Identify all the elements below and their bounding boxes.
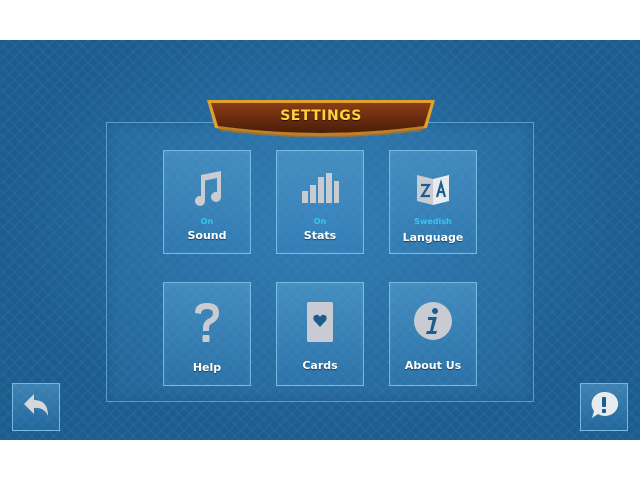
settings-banner: SETTINGS bbox=[205, 98, 437, 140]
info-icon bbox=[390, 301, 476, 341]
translate-icon bbox=[390, 171, 476, 207]
speech-bubble-exclamation-icon bbox=[589, 390, 619, 424]
sound-label: Sound bbox=[187, 229, 227, 242]
sound-status: On bbox=[200, 217, 214, 226]
playing-card-icon bbox=[277, 301, 363, 343]
page-title: SETTINGS bbox=[280, 108, 362, 124]
help-label: Help bbox=[192, 361, 222, 374]
cards-tile[interactable]: Cards bbox=[276, 282, 364, 386]
back-arrow-icon bbox=[22, 392, 50, 422]
question-mark-icon bbox=[164, 301, 250, 345]
language-tile[interactable]: Swedish Language bbox=[389, 150, 477, 254]
about-us-tile[interactable]: About Us bbox=[389, 282, 477, 386]
cards-label: Cards bbox=[302, 359, 338, 372]
sound-tile[interactable]: On Sound bbox=[163, 150, 251, 254]
settings-screen: SETTINGS On Sound On Stats Swedish Langu… bbox=[0, 40, 640, 440]
bar-chart-icon bbox=[277, 171, 363, 205]
stats-status: On bbox=[313, 217, 327, 226]
help-tile[interactable]: Help bbox=[163, 282, 251, 386]
stats-tile[interactable]: On Stats bbox=[276, 150, 364, 254]
back-button[interactable] bbox=[12, 383, 60, 431]
feedback-button[interactable] bbox=[580, 383, 628, 431]
about-us-label: About Us bbox=[404, 359, 462, 372]
stats-label: Stats bbox=[303, 229, 337, 242]
language-label: Language bbox=[402, 231, 464, 244]
music-note-icon bbox=[164, 169, 250, 209]
language-status: Swedish bbox=[414, 217, 452, 226]
